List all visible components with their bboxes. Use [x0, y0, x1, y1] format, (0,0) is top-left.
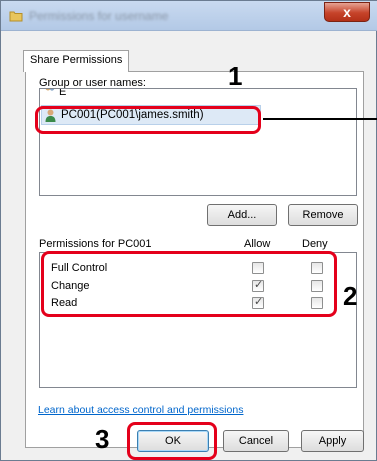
deny-header: Deny	[302, 238, 328, 250]
permissions-header: Permissions for PC001	[39, 238, 152, 250]
title-bar[interactable]: Permissions for username x	[1, 1, 377, 31]
highlight-permissions	[41, 251, 337, 317]
apply-button[interactable]: Apply	[301, 430, 364, 452]
step-3-number: 3	[95, 424, 110, 454]
step-1-number: 1	[228, 61, 243, 91]
cancel-button[interactable]: Cancel	[223, 430, 289, 452]
close-icon: x	[343, 4, 351, 20]
access-control-help-link[interactable]: Learn about access control and permissio…	[38, 404, 243, 416]
folder-icon	[9, 11, 23, 22]
highlight-ok-button	[127, 422, 217, 460]
users-icon	[45, 89, 55, 91]
list-item-partial[interactable]: E	[44, 89, 66, 98]
annotation-leader-line	[263, 118, 377, 120]
window-title: Permissions for username	[29, 9, 169, 23]
highlight-user-item	[35, 106, 261, 134]
tab-share-permissions[interactable]: Share Permissions	[23, 50, 130, 72]
add-button[interactable]: Add...	[207, 204, 277, 226]
step-2-number: 2	[343, 281, 358, 311]
allow-header: Allow	[244, 238, 271, 250]
remove-button[interactable]: Remove	[288, 204, 358, 226]
group-list[interactable]: E PC001(PC001\james.smith)	[39, 88, 357, 196]
permissions-dialog: Permissions for username x Share Permiss…	[0, 0, 377, 461]
list-item-label: E	[59, 89, 67, 98]
close-button[interactable]: x	[324, 2, 370, 22]
